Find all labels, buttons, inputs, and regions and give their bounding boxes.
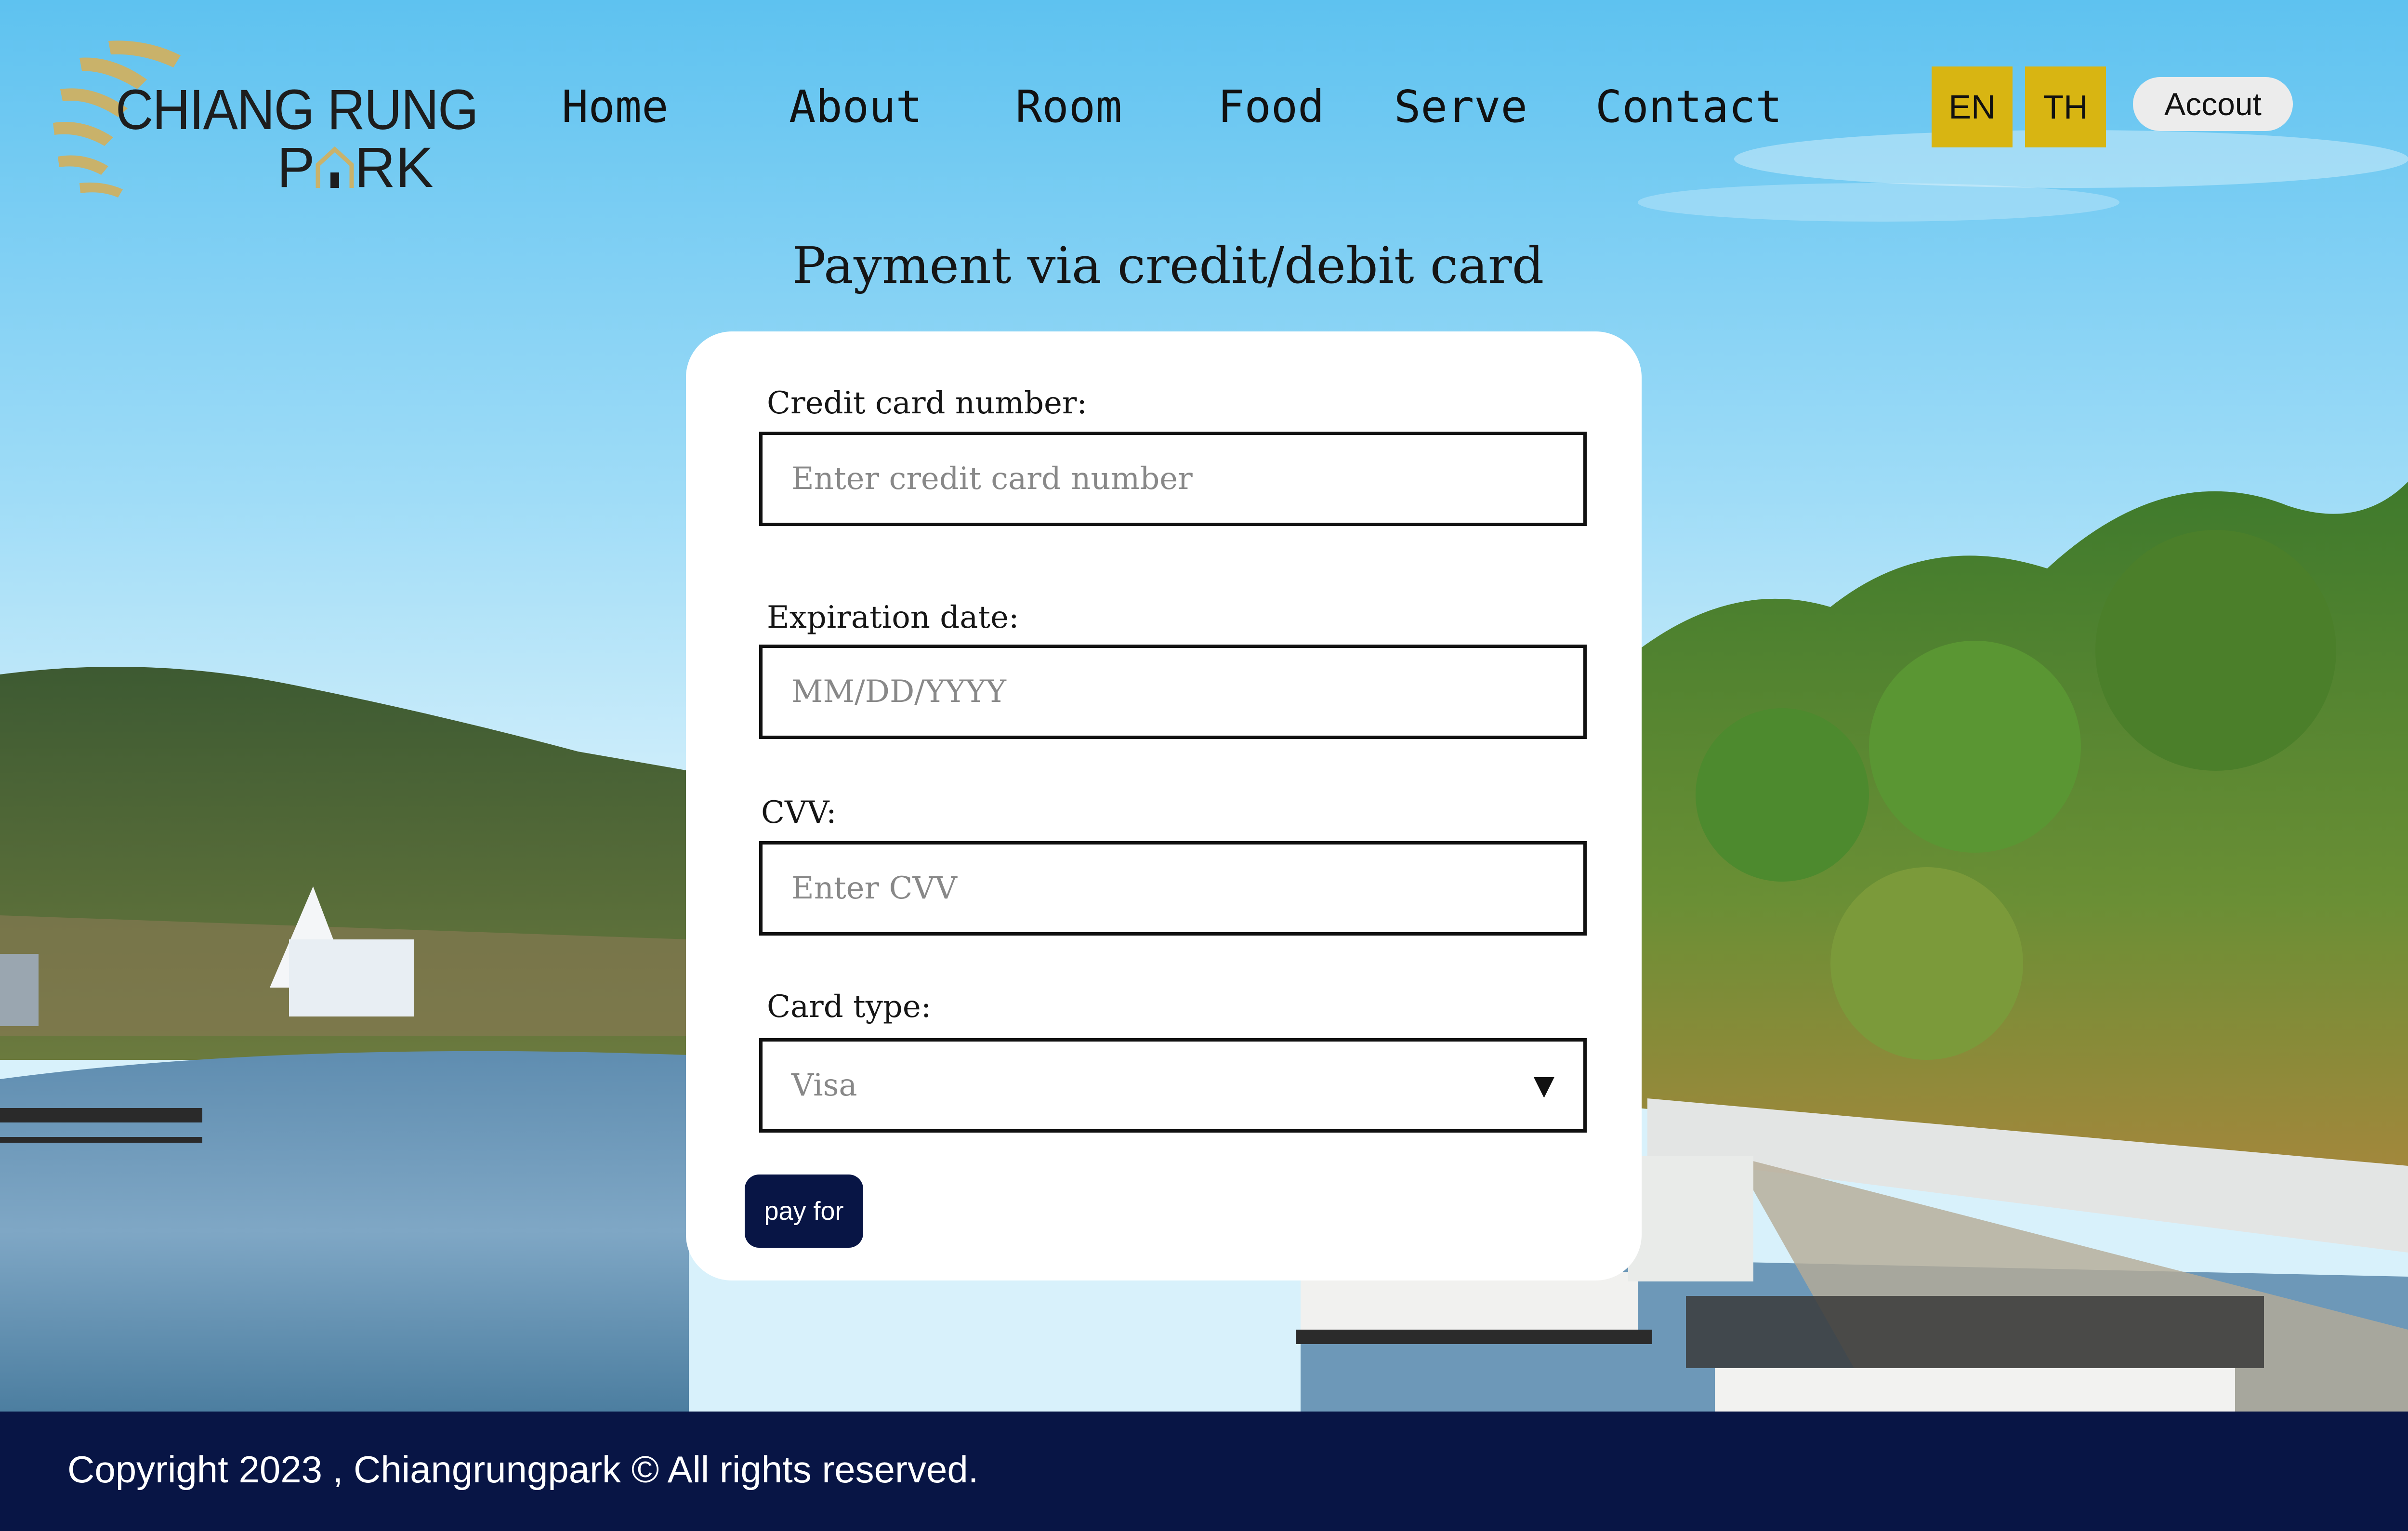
- card-number-input[interactable]: Enter credit card number: [759, 432, 1587, 526]
- lang-th-button[interactable]: TH: [2025, 66, 2106, 147]
- lang-en-button[interactable]: EN: [1932, 66, 2013, 147]
- pay-for-button[interactable]: pay for: [745, 1175, 863, 1248]
- brand-letter-p: P: [277, 136, 315, 199]
- card-type-label: Card type:: [767, 989, 932, 1025]
- nav-serve[interactable]: Serve: [1394, 81, 1527, 132]
- card-type-select[interactable]: Visa ▼: [759, 1038, 1587, 1133]
- dropdown-arrow-icon: ▼: [1533, 1069, 1554, 1101]
- brand-letters-rk: RK: [354, 136, 434, 199]
- nav-contact[interactable]: Contact: [1595, 81, 1782, 132]
- brand-name-line1: CHIANG RUNG: [116, 78, 479, 142]
- cvv-input[interactable]: Enter CVV: [759, 841, 1587, 936]
- nav-home[interactable]: Home: [562, 81, 669, 132]
- page-title: Payment via credit/debit card: [792, 236, 1544, 295]
- nav-about[interactable]: About: [789, 81, 922, 132]
- account-button[interactable]: Accout: [2133, 77, 2293, 131]
- brand-logo[interactable]: CHIANG RUNG P RK: [51, 36, 484, 200]
- expiration-date-label: Expiration date:: [767, 600, 1019, 635]
- copyright-text: Copyright 2023 , Chiangrungpark © All ri…: [67, 1448, 979, 1491]
- cvv-placeholder: Enter CVV: [791, 871, 957, 906]
- card-type-value: Visa: [791, 1068, 857, 1103]
- nav-room[interactable]: Room: [1015, 81, 1122, 132]
- card-number-placeholder: Enter credit card number: [791, 461, 1193, 497]
- expiration-date-input[interactable]: MM/DD/YYYY: [759, 645, 1587, 739]
- nav-food[interactable]: Food: [1218, 81, 1325, 132]
- card-number-label: Credit card number:: [767, 385, 1087, 421]
- house-icon: [316, 146, 354, 188]
- expiration-date-placeholder: MM/DD/YYYY: [791, 674, 1006, 710]
- brand-name-line2: P RK: [277, 135, 434, 200]
- footer: Copyright 2023 , Chiangrungpark © All ri…: [0, 1412, 2408, 1531]
- cvv-label: CVV:: [761, 795, 837, 831]
